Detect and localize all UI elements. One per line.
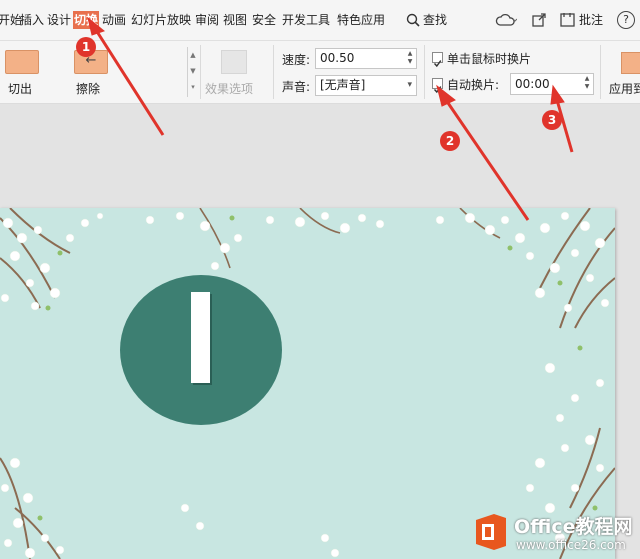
search-icon[interactable] <box>406 12 420 31</box>
menu-bar: 开始 插入 设计 切换 动画 幻灯片放映 审阅 视图 安全 开发工具 特色应用 … <box>0 0 640 41</box>
effect-options-icon <box>221 50 247 74</box>
cloud-icon[interactable] <box>495 12 518 32</box>
tab-slideshow[interactable]: 幻灯片放映 <box>131 11 191 29</box>
watermark-brand: Office教程网 <box>514 516 633 538</box>
tab-insert[interactable]: 插入 <box>20 11 44 29</box>
effect-cut-out-button[interactable]: 切出 <box>0 46 44 98</box>
office-logo-icon <box>476 514 506 550</box>
gallery-scroll-bar[interactable]: ▲ ▼ ▾ <box>187 47 198 97</box>
time-stepper-icon[interactable]: ▲ ▼ <box>583 75 591 91</box>
check-icon <box>433 60 442 68</box>
annotate-button[interactable]: 批注 <box>579 11 603 29</box>
tab-start[interactable]: 开始 <box>0 11 22 29</box>
separator <box>200 45 201 99</box>
tab-design[interactable]: 设计 <box>47 11 71 29</box>
speed-label: 速度: <box>282 53 311 67</box>
watermark: Office教程网 www.office26.com <box>470 506 638 558</box>
separator <box>600 45 601 99</box>
chevron-down-icon: ▾ <box>407 80 412 90</box>
click-advance-label: 单击鼠标时换片 <box>447 52 532 66</box>
sound-select[interactable]: [无声音] ▾ <box>315 75 417 96</box>
apply-to-all-button[interactable]: 应用到 <box>606 46 640 98</box>
watermark-url: www.office26.com <box>516 538 626 552</box>
apply-to-all-label: 应用到 <box>609 82 640 96</box>
annotation-marker-2: 2 <box>440 131 460 151</box>
speed-field[interactable]: 00.50 ▲ ▼ <box>315 48 417 69</box>
separator <box>273 45 274 99</box>
tab-security[interactable]: 安全 <box>252 11 276 29</box>
check-icon <box>433 86 442 94</box>
effect-cut-out-label: 切出 <box>8 82 33 96</box>
slide-letter: I <box>191 292 210 383</box>
comment-icon[interactable] <box>559 11 577 32</box>
separator <box>424 45 425 99</box>
effect-thumbnail-icon <box>5 50 39 74</box>
tab-review[interactable]: 审阅 <box>195 11 219 29</box>
tab-features[interactable]: 特色应用 <box>337 11 385 29</box>
auto-advance-checkbox[interactable] <box>432 78 443 94</box>
apply-all-icon <box>621 52 640 74</box>
tab-view[interactable]: 视图 <box>223 11 247 29</box>
auto-advance-time-value: 00:00 <box>515 77 550 91</box>
effect-options-label: 效果选项 <box>205 82 254 96</box>
effect-options-button[interactable]: 效果选项 <box>203 46 265 98</box>
speed-stepper-icon[interactable]: ▲ ▼ <box>406 50 414 66</box>
auto-advance-label: 自动换片: <box>447 78 500 92</box>
search-button[interactable]: 查找 <box>423 11 447 29</box>
auto-advance-time-field[interactable]: 00:00 ▲ ▼ <box>510 73 594 95</box>
effect-wipe-label: 擦除 <box>76 82 101 96</box>
speed-value: 00.50 <box>320 51 355 65</box>
tab-animation[interactable]: 动画 <box>102 11 126 29</box>
sound-label: 声音: <box>282 80 311 94</box>
tab-developer[interactable]: 开发工具 <box>282 11 330 29</box>
annotation-marker-3: 3 <box>542 110 562 130</box>
transition-ribbon: 切出 ← 擦除 ▲ ▼ ▾ 效果选项 速度: 00.50 ▲ ▼ 声音: [无声音] … <box>0 41 640 104</box>
tab-transition[interactable]: 切换 <box>73 11 100 29</box>
help-icon[interactable]: ? <box>617 11 635 29</box>
annotation-marker-1: 1 <box>76 37 96 57</box>
sound-value: [无声音] <box>320 78 366 92</box>
share-icon[interactable] <box>531 12 547 32</box>
click-advance-checkbox[interactable] <box>432 52 443 68</box>
